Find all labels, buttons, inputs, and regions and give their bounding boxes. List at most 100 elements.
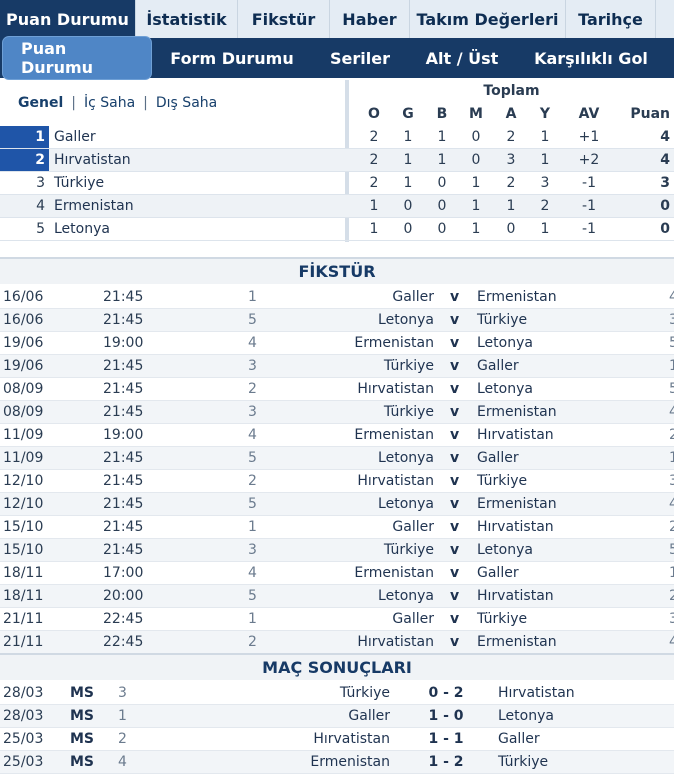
fixture-row[interactable]: 18/11 20:00 5 Letonya v Hırvatistan 2 bbox=[0, 585, 674, 608]
fixture-date: 11/09 bbox=[3, 427, 44, 443]
fixture-away-team[interactable]: Hırvatistan bbox=[477, 424, 554, 447]
fixture-row[interactable]: 12/10 21:45 2 Hırvatistan v Türkiye 3 bbox=[0, 470, 674, 493]
fixture-away-team[interactable]: Galler bbox=[477, 562, 519, 585]
fixture-away-team[interactable]: Galler bbox=[477, 355, 519, 378]
result-row[interactable]: 25/03 MS 4 Ermenistan 1 - 2 Türkiye bbox=[0, 751, 674, 774]
tab-haber[interactable]: Haber bbox=[330, 0, 410, 38]
fixture-row[interactable]: 21/11 22:45 2 Hırvatistan v Ermenistan 4 bbox=[0, 631, 674, 654]
standings-row[interactable]: 1 Galler 2 1 1 0 2 1 +1 4 bbox=[0, 126, 674, 149]
result-home-team[interactable]: Türkiye bbox=[340, 682, 390, 705]
tab-istatistik[interactable]: İstatistik bbox=[136, 0, 238, 38]
fixture-away-team[interactable]: Hırvatistan bbox=[477, 585, 554, 608]
result-score[interactable]: 1 - 0 bbox=[420, 705, 472, 728]
col-header-g: G bbox=[402, 106, 414, 122]
fixture-home-team[interactable]: Letonya bbox=[378, 309, 434, 332]
team-name[interactable]: Ermenistan bbox=[54, 195, 134, 217]
result-row[interactable]: 28/03 MS 3 Türkiye 0 - 2 Hırvatistan bbox=[0, 682, 674, 705]
fixture-time: 21:45 bbox=[103, 450, 144, 466]
result-row[interactable]: 28/03 MS 1 Galler 1 - 0 Letonya bbox=[0, 705, 674, 728]
team-name[interactable]: Galler bbox=[54, 126, 96, 148]
fixture-row[interactable]: 16/06 21:45 1 Galler v Ermenistan 4 bbox=[0, 286, 674, 309]
team-name[interactable]: Türkiye bbox=[54, 172, 104, 194]
fixture-away-team[interactable]: Türkiye bbox=[477, 608, 527, 631]
team-name[interactable]: Letonya bbox=[54, 218, 110, 240]
result-away-team[interactable]: Galler bbox=[498, 728, 540, 751]
result-status: MS bbox=[70, 685, 95, 701]
fixture-home-team[interactable]: Hırvatistan bbox=[357, 378, 434, 401]
result-score[interactable]: 1 - 1 bbox=[420, 728, 472, 751]
subtab-seriler[interactable]: Seriler bbox=[318, 38, 402, 78]
stat-av: -1 bbox=[582, 221, 596, 237]
filter-ic-saha[interactable]: İç Saha bbox=[84, 95, 135, 111]
subtab-alt-ust[interactable]: Alt / Üst bbox=[418, 38, 506, 78]
fixture-away-team[interactable]: Ermenistan bbox=[477, 493, 557, 516]
fixture-home-team[interactable]: Türkiye bbox=[384, 401, 434, 424]
fixture-away-team[interactable]: Letonya bbox=[477, 332, 533, 355]
tab-puan-durumu[interactable]: Puan Durumu bbox=[0, 0, 136, 38]
fixture-home-team[interactable]: Letonya bbox=[378, 585, 434, 608]
fixture-row[interactable]: 16/06 21:45 5 Letonya v Türkiye 3 bbox=[0, 309, 674, 332]
standings-row[interactable]: 5 Letonya 1 0 0 1 0 1 -1 0 bbox=[0, 218, 674, 241]
tab-fikstur[interactable]: Fikstür bbox=[238, 0, 330, 38]
fixture-row[interactable]: 18/11 17:00 4 Ermenistan v Galler 1 bbox=[0, 562, 674, 585]
fixture-vs: v bbox=[450, 335, 460, 351]
fixture-row[interactable]: 12/10 21:45 5 Letonya v Ermenistan 4 bbox=[0, 493, 674, 516]
result-away-team[interactable]: Hırvatistan bbox=[498, 682, 575, 705]
fixture-row[interactable]: 21/11 22:45 1 Galler v Türkiye 3 bbox=[0, 608, 674, 631]
fixture-away-team[interactable]: Ermenistan bbox=[477, 631, 557, 654]
fixture-home-team[interactable]: Ermenistan bbox=[354, 562, 434, 585]
result-away-team[interactable]: Türkiye bbox=[498, 751, 548, 774]
result-score[interactable]: 0 - 2 bbox=[420, 682, 472, 705]
tab-tarihce[interactable]: Tarihçe bbox=[566, 0, 656, 38]
filter-genel[interactable]: Genel bbox=[18, 95, 63, 111]
fixture-extra: 3 bbox=[669, 473, 674, 489]
tab-takim-degerleri[interactable]: Takım Değerleri bbox=[410, 0, 566, 38]
fixture-row[interactable]: 11/09 21:45 5 Letonya v Galler 1 bbox=[0, 447, 674, 470]
result-home-team[interactable]: Ermenistan bbox=[310, 751, 390, 774]
filter-dis-saha[interactable]: Dış Saha bbox=[156, 95, 217, 111]
fixture-home-team[interactable]: Hırvatistan bbox=[357, 631, 434, 654]
fixture-away-team[interactable]: Hırvatistan bbox=[477, 516, 554, 539]
fixture-row[interactable]: 19/06 19:00 4 Ermenistan v Letonya 5 bbox=[0, 332, 674, 355]
fixture-home-team[interactable]: Letonya bbox=[378, 447, 434, 470]
fixture-row[interactable]: 15/10 21:45 1 Galler v Hırvatistan 2 bbox=[0, 516, 674, 539]
subtab-form-durumu[interactable]: Form Durumu bbox=[160, 38, 304, 78]
stat-a: 1 bbox=[506, 198, 516, 214]
fixture-away-team[interactable]: Türkiye bbox=[477, 309, 527, 332]
fixture-home-team[interactable]: Galler bbox=[392, 516, 434, 539]
fixture-home-team[interactable]: Letonya bbox=[378, 493, 434, 516]
standings-row[interactable]: 3 Türkiye 2 1 0 1 2 3 -1 3 bbox=[0, 172, 674, 195]
fixture-away-team[interactable]: Türkiye bbox=[477, 470, 527, 493]
result-score[interactable]: 1 - 2 bbox=[420, 751, 472, 774]
fixture-home-team[interactable]: Hırvatistan bbox=[357, 470, 434, 493]
fixture-away-team[interactable]: Letonya bbox=[477, 378, 533, 401]
fixture-home-team[interactable]: Galler bbox=[392, 608, 434, 631]
fixture-row[interactable]: 08/09 21:45 2 Hırvatistan v Letonya 5 bbox=[0, 378, 674, 401]
result-home-team[interactable]: Hırvatistan bbox=[313, 728, 390, 751]
fixture-home-team[interactable]: Galler bbox=[392, 286, 434, 309]
standings-row[interactable]: 2 Hırvatistan 2 1 1 0 3 1 +2 4 bbox=[0, 149, 674, 172]
fixture-row[interactable]: 19/06 21:45 3 Türkiye v Galler 1 bbox=[0, 355, 674, 378]
fixture-away-team[interactable]: Ermenistan bbox=[477, 286, 557, 309]
subtab-karsilikli-gol[interactable]: Karşılıklı Gol bbox=[520, 38, 662, 78]
fixture-home-team[interactable]: Ermenistan bbox=[354, 332, 434, 355]
result-row[interactable]: 25/03 MS 2 Hırvatistan 1 - 1 Galler bbox=[0, 728, 674, 751]
fixture-row[interactable]: 15/10 21:45 3 Türkiye v Letonya 5 bbox=[0, 539, 674, 562]
fixture-home-team[interactable]: Türkiye bbox=[384, 355, 434, 378]
fixture-home-team[interactable]: Türkiye bbox=[384, 539, 434, 562]
fixture-home-team[interactable]: Ermenistan bbox=[354, 424, 434, 447]
fixture-time: 21:45 bbox=[103, 496, 144, 512]
fixture-away-team[interactable]: Galler bbox=[477, 447, 519, 470]
stat-puan: 4 bbox=[660, 129, 670, 145]
team-name[interactable]: Hırvatistan bbox=[54, 149, 131, 171]
standings-row[interactable]: 4 Ermenistan 1 0 0 1 1 2 -1 0 bbox=[0, 195, 674, 218]
fixture-away-team[interactable]: Letonya bbox=[477, 539, 533, 562]
fixture-row[interactable]: 11/09 19:00 4 Ermenistan v Hırvatistan 2 bbox=[0, 424, 674, 447]
subtab-puan-durumu[interactable]: Puan Durumu bbox=[2, 36, 152, 80]
fixture-row[interactable]: 08/09 21:45 3 Türkiye v Ermenistan 4 bbox=[0, 401, 674, 424]
stat-a: 2 bbox=[506, 175, 516, 191]
result-home-team[interactable]: Galler bbox=[348, 705, 390, 728]
result-week: 1 bbox=[118, 708, 127, 724]
fixture-away-team[interactable]: Ermenistan bbox=[477, 401, 557, 424]
result-away-team[interactable]: Letonya bbox=[498, 705, 554, 728]
